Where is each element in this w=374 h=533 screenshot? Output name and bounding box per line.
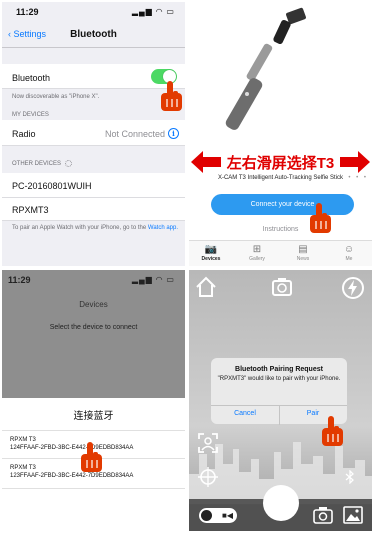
other-devices-label: OTHER DEVICES xyxy=(12,161,62,168)
device-row-radio[interactable]: Radio Not Connected i xyxy=(2,120,185,146)
info-icon[interactable]: i xyxy=(168,128,179,139)
footnote: To pair an Apple Watch with your iPhone,… xyxy=(12,224,178,232)
pairing-dialog: Bluetooth Pairing Request "RPXMT3" would… xyxy=(211,358,347,425)
tab-devices[interactable]: 📷 Devices xyxy=(191,244,231,262)
device-name: RPXMT3 xyxy=(12,205,49,215)
gallery-icon[interactable] xyxy=(343,506,363,524)
swipe-banner: 左右滑屏选择T3 xyxy=(189,149,372,175)
camera-bottom-bar: ■◀ xyxy=(189,485,372,531)
arrow-right-icon xyxy=(340,151,370,173)
target-icon[interactable] xyxy=(197,466,219,488)
status-icons: ▂▄▆ ◠ ▭ xyxy=(131,7,175,16)
cancel-button[interactable]: Cancel xyxy=(211,410,279,417)
camera-switch-icon[interactable] xyxy=(271,276,293,298)
product-name: X-CAM T3 Intelligent Auto-Tracking Selfi… xyxy=(217,175,344,181)
home-icon[interactable] xyxy=(195,276,217,298)
device-select-panel: 11:29 ▂▄▆ ◠ ▭ Devices Select the device … xyxy=(2,270,185,531)
video-camera-icon: ■◀ xyxy=(222,511,233,520)
pointing-hand-icon xyxy=(310,203,331,233)
pointing-hand-icon xyxy=(322,416,343,446)
page-title: Devices xyxy=(79,300,108,309)
pointing-hand-icon xyxy=(161,81,182,111)
tab-bar: 📷 Devices ⊞ Gallery ▤ News ☺ Me xyxy=(189,240,372,266)
news-icon: ▤ xyxy=(298,244,308,255)
photo-mode-icon xyxy=(201,510,212,521)
instructions-link[interactable]: Instructions xyxy=(189,226,372,233)
bluetooth-icon xyxy=(345,470,354,484)
device-name: PC-20160801WUIH xyxy=(12,181,92,191)
camera-pairing-panel: Bluetooth Pairing Request "RPXMT3" would… xyxy=(189,270,372,531)
tab-me[interactable]: ☺ Me xyxy=(329,244,369,262)
discoverable-text: Now discoverable as "iPhone X". xyxy=(12,94,100,100)
divider xyxy=(2,488,185,489)
page-subtitle: Select the device to connect xyxy=(49,324,138,331)
device-list-item[interactable]: RPXM T3 123FFAAF-2FBD-3BC-E442-7D9EDBD83… xyxy=(10,464,133,480)
device-row-rpxmt3[interactable]: RPXMT3 xyxy=(2,198,185,221)
tab-label: Devices xyxy=(201,256,221,262)
selfie-stick-image xyxy=(225,7,306,130)
page-title: Bluetooth xyxy=(70,29,117,40)
dialog-message: "RPXMT3" would like to pair with your iP… xyxy=(217,376,341,382)
carousel-dots[interactable]: • • • xyxy=(348,175,368,181)
camera-icon: 📷 xyxy=(204,244,218,255)
spinner-icon xyxy=(65,160,73,167)
dialog-title: Bluetooth Pairing Request xyxy=(235,366,323,373)
xcam-app-panel: 左右滑屏选择T3 X-CAM T3 Intelligent Auto-Track… xyxy=(189,2,372,266)
nav-bar: ‹ Settings Bluetooth xyxy=(2,22,185,48)
tab-gallery[interactable]: ⊞ Gallery xyxy=(237,244,277,262)
footnote-text: To pair an Apple Watch with your iPhone,… xyxy=(12,225,147,231)
my-devices-header: MY DEVICES xyxy=(12,112,49,118)
pointing-hand-icon xyxy=(81,442,102,472)
ios-bluetooth-settings-panel: 11:29 ▂▄▆ ◠ ▭ ‹ Settings Bluetooth Bluet… xyxy=(2,2,185,266)
other-devices-header: OTHER DEVICES xyxy=(12,160,73,168)
divider xyxy=(2,430,185,431)
watch-app-link[interactable]: Watch app. xyxy=(148,225,178,231)
grid-icon: ⊞ xyxy=(252,244,262,255)
tab-label: Gallery xyxy=(249,256,265,262)
status-bar: 11:29 ▂▄▆ ◠ ▭ xyxy=(2,2,185,22)
sheet-title: 连接蓝牙 xyxy=(73,411,114,422)
flash-icon[interactable] xyxy=(341,276,365,300)
face-track-icon[interactable] xyxy=(197,432,219,454)
status-time: 11:29 xyxy=(16,7,39,17)
status-icons: ▂▄▆ ◠ ▭ xyxy=(131,275,175,284)
bluetooth-label: Bluetooth xyxy=(12,73,51,83)
person-icon: ☺ xyxy=(343,244,355,255)
device-name: RPXM T3 xyxy=(10,465,36,471)
tab-label: News xyxy=(296,256,310,262)
status-time: 11:29 xyxy=(8,275,31,285)
device-row-pc[interactable]: PC-20160801WUIH xyxy=(2,173,185,198)
device-list-item[interactable]: RPXM T3 124FFAAF-2FBD-3BC-E442-7D9EDBD83… xyxy=(10,436,133,452)
tab-label: Me xyxy=(345,256,353,262)
device-id: 123FFAAF-2FBD-3BC-E442-7D9EDBD834AA xyxy=(10,473,134,479)
radio-status: Not Connected xyxy=(104,129,165,139)
tab-news[interactable]: ▤ News xyxy=(283,244,323,262)
radio-label: Radio xyxy=(12,129,36,139)
photo-video-toggle-icon[interactable]: ■◀ xyxy=(199,508,237,523)
status-bar: 11:29 ▂▄▆ ◠ ▭ xyxy=(2,270,185,290)
device-id: 124FFAAF-2FBD-3BC-E442-7D9EDBD834AA xyxy=(10,445,134,451)
camera-icon[interactable] xyxy=(313,506,333,524)
device-name: RPXM T3 xyxy=(10,437,36,443)
shutter-icon[interactable] xyxy=(263,485,299,521)
